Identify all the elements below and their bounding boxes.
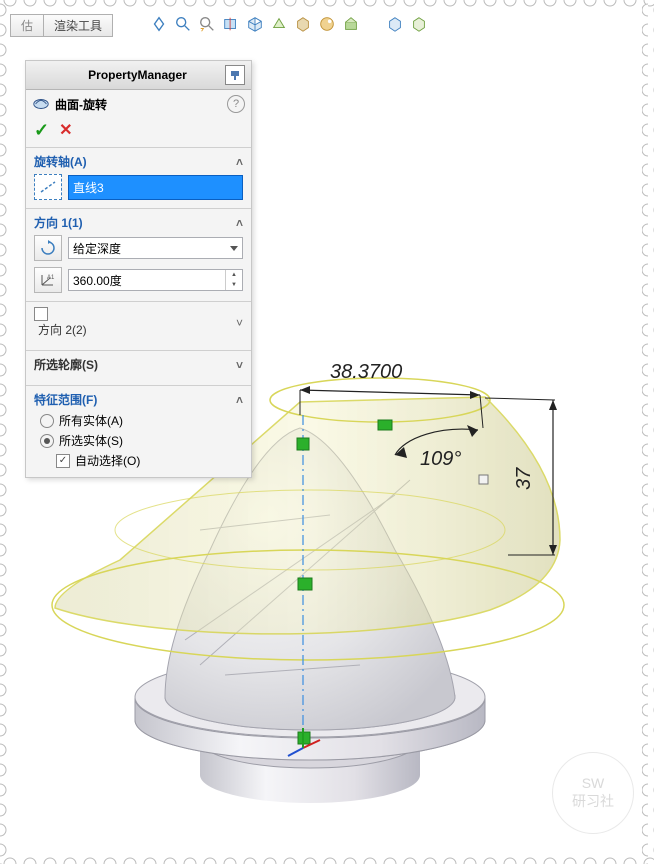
end-condition-dropdown[interactable]: 给定深度 [68, 237, 243, 259]
sketch-relation-icons [297, 420, 488, 744]
chevron-up-icon[interactable]: ˄ [236, 155, 243, 169]
chevron-down-icon[interactable]: ˅ [236, 358, 243, 372]
pm-title: PropertyManager [50, 68, 225, 82]
chevron-down-icon[interactable]: ˅ [236, 316, 243, 330]
prev-view-icon[interactable] [198, 15, 216, 33]
base-flange [135, 657, 485, 803]
scope-all-label: 所有实体(A) [59, 412, 123, 429]
auto-select-checkbox[interactable] [56, 454, 70, 468]
help-icon[interactable]: ? [227, 95, 245, 113]
svg-text:109°: 109° [420, 448, 461, 470]
hide-show-icon[interactable] [294, 15, 312, 33]
dimension-height[interactable]: 37 [485, 398, 557, 555]
direction2-checkbox[interactable] [34, 307, 48, 321]
chevron-up-icon[interactable]: ˄ [236, 393, 243, 407]
scope-all-radio[interactable] [40, 414, 54, 428]
view-settings-icon[interactable] [386, 15, 404, 33]
tab-estimate[interactable]: 估 [10, 14, 44, 37]
angle-input[interactable]: 360.00度 ▲▼ [68, 269, 243, 291]
direction2-title: 方向 2(2) [38, 323, 87, 337]
apply-scene-icon[interactable] [342, 15, 360, 33]
scope-selected-radio[interactable] [40, 434, 54, 448]
svg-text:38.3700: 38.3700 [330, 361, 402, 383]
edit-appearance-icon[interactable] [318, 15, 336, 33]
feature-name: 曲面-旋转 [55, 96, 107, 113]
surface-revolve-icon [32, 95, 50, 113]
dimension-top-length[interactable]: 38.3700 [300, 361, 483, 428]
svg-text:A1: A1 [47, 275, 55, 281]
dimension-angle[interactable]: 109° [395, 425, 478, 470]
reverse-direction-icon[interactable] [34, 235, 62, 261]
scope-title: 特征范围(F) [34, 391, 97, 408]
view-toolbar [150, 15, 428, 33]
scope-selected-label: 所选实体(S) [59, 432, 123, 449]
ok-button[interactable]: ✓ [34, 120, 49, 141]
property-manager-panel: PropertyManager 曲面-旋转 ? ✓ ✕ 旋转轴(A) ˄ 直线3 [25, 60, 252, 478]
chevron-up-icon[interactable]: ˄ [236, 216, 243, 230]
section-view-icon[interactable] [222, 15, 240, 33]
direction1-title: 方向 1(1) [34, 214, 83, 231]
angle-icon: A1 [34, 267, 62, 293]
origin-triad [288, 728, 320, 756]
pin-icon[interactable] [225, 65, 245, 85]
contours-title: 所选轮廓(S) [34, 356, 98, 373]
tab-render-tools[interactable]: 渲染工具 [43, 14, 113, 37]
display-style-icon[interactable] [270, 15, 288, 33]
view-orientation-icon[interactable] [246, 15, 264, 33]
auto-select-label: 自动选择(O) [75, 452, 140, 469]
axis-selection-input[interactable]: 直线3 [68, 175, 243, 200]
cancel-button[interactable]: ✕ [59, 120, 72, 141]
axis-icon[interactable] [34, 174, 62, 200]
axis-section-title: 旋转轴(A) [34, 153, 87, 170]
svg-text:37: 37 [513, 467, 535, 490]
zoom-fit-icon[interactable] [150, 15, 168, 33]
watermark: SW 研习社 [552, 752, 634, 834]
rotate-view-icon[interactable] [410, 15, 428, 33]
zoom-area-icon[interactable] [174, 15, 192, 33]
